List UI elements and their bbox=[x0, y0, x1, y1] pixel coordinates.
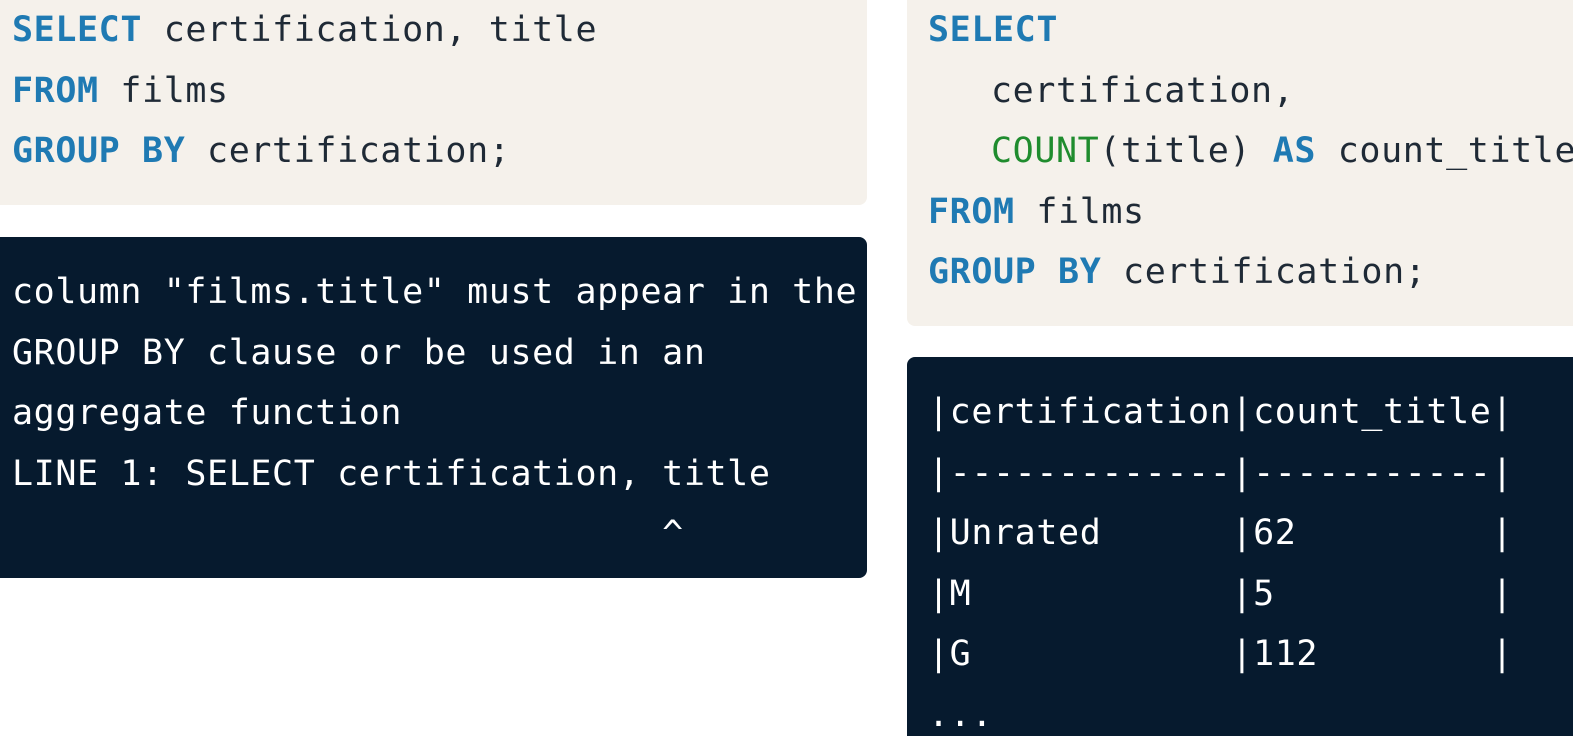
left-query-code-block: SELECT certification, title FROM films GRO… bbox=[0, 0, 867, 205]
code-line: FROM films bbox=[12, 61, 867, 122]
result-ellipsis: ... bbox=[928, 694, 994, 735]
sql-keyword: GROUP BY bbox=[12, 131, 186, 171]
code-text: certification; bbox=[185, 131, 511, 171]
code-text: certification; bbox=[1101, 252, 1427, 292]
code-line: GROUP BY certification; bbox=[928, 242, 1573, 303]
error-output-block: column "films.title" must appear in the G… bbox=[0, 237, 867, 578]
sql-keyword: AS bbox=[1272, 131, 1317, 171]
sql-keyword: SELECT bbox=[12, 10, 143, 50]
error-line: aggregate function bbox=[12, 393, 403, 433]
result-row: |Unrated |62 | bbox=[928, 513, 1514, 553]
code-line: COUNT(title) AS count_title bbox=[928, 121, 1573, 182]
code-text: certification, bbox=[991, 70, 1295, 111]
code-line: FROM films bbox=[928, 182, 1573, 243]
result-header-row: |certification|count_title| bbox=[928, 392, 1514, 432]
code-text: certification, title bbox=[142, 10, 598, 50]
code-text: count_title bbox=[1316, 131, 1573, 171]
code-text: films bbox=[98, 70, 229, 111]
sql-function: COUNT bbox=[991, 131, 1100, 171]
right-query-code-block: SELECT certification, COUNT(title) AS coun… bbox=[907, 0, 1573, 326]
result-row: |G |112 | bbox=[928, 634, 1514, 674]
error-caret-line: ^ bbox=[12, 514, 684, 554]
result-separator-row: |-------------|-----------| bbox=[928, 452, 1514, 493]
sql-keyword: SELECT bbox=[928, 10, 1059, 50]
error-line: GROUP BY clause or be used in an bbox=[12, 332, 706, 373]
sql-keyword: FROM bbox=[12, 70, 99, 111]
result-output-block: |certification|count_title| |------------… bbox=[907, 357, 1573, 736]
code-line: GROUP BY certification; bbox=[12, 121, 867, 182]
result-row: |M |5 | bbox=[928, 573, 1514, 614]
error-line: LINE 1: SELECT certification, title bbox=[12, 453, 771, 494]
code-line: SELECT certification, title bbox=[12, 0, 867, 61]
error-line: column "films.title" must appear in the bbox=[12, 272, 858, 312]
code-text: films bbox=[1014, 191, 1145, 232]
sql-keyword: FROM bbox=[928, 191, 1015, 232]
sql-keyword: GROUP BY bbox=[928, 252, 1102, 292]
code-line: SELECT bbox=[928, 0, 1573, 61]
code-text: (title) bbox=[1099, 131, 1273, 171]
code-line: certification, bbox=[928, 61, 1573, 122]
